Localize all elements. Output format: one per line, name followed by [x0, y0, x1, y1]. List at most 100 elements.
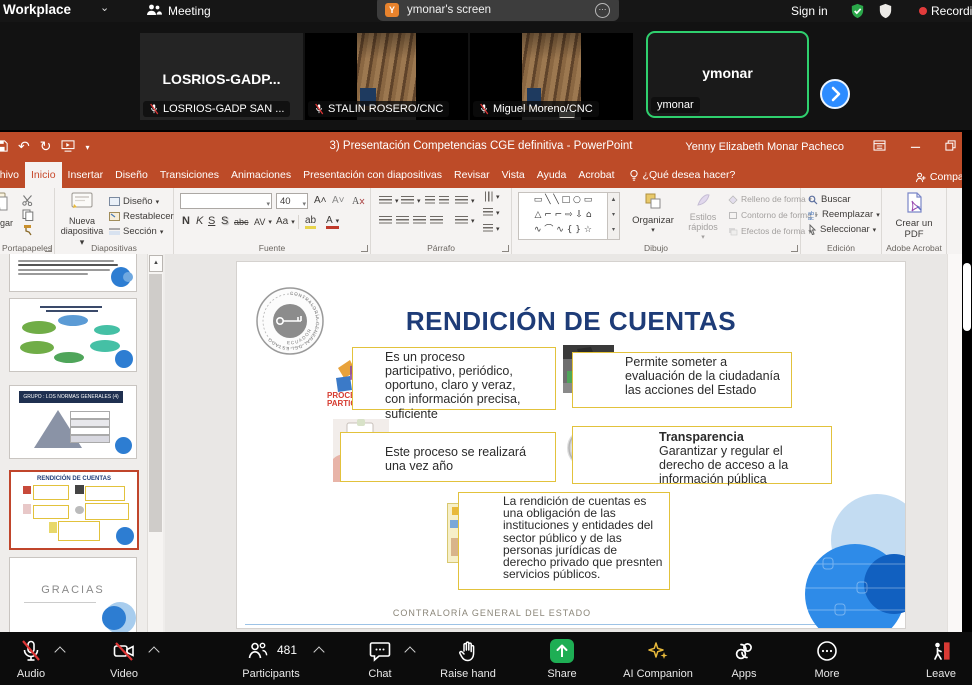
audio-button[interactable]: Audio [0, 632, 62, 685]
tab-archivo[interactable]: Archivo [0, 162, 25, 188]
font-name-combo[interactable]: ▾ [180, 193, 272, 209]
tell-me-box[interactable]: ¿Qué desea hacer? [621, 162, 744, 188]
chat-options-chevron[interactable] [404, 646, 415, 657]
text-direction-button[interactable]: ▾ [483, 192, 500, 201]
efectos-forma-button[interactable]: Efectos de forma▾ [728, 226, 811, 236]
account-user-name[interactable]: Yenny Elizabeth Monar Pacheco [685, 141, 844, 153]
participant-tile-ymonar-active-speaker[interactable]: ymonar ymonar [646, 31, 809, 118]
sign-in-button[interactable]: Sign in [791, 4, 828, 18]
scrollbar-thumb[interactable] [149, 274, 162, 532]
seccion-button[interactable]: Sección▾ [109, 226, 163, 237]
ai-companion-button[interactable]: AI Companion [605, 632, 711, 685]
smartart-convert-button[interactable]: ▾ [483, 224, 500, 233]
slide-area-scrollbar[interactable] [947, 254, 962, 632]
raise-hand-button[interactable]: Raise hand [420, 632, 516, 685]
strikethrough-button[interactable]: abc [234, 217, 249, 227]
estilos-rapidos-button[interactable]: Estilos rápidos ▾ [682, 192, 724, 241]
tab-inicio[interactable]: Inicio [25, 162, 62, 188]
slide-textbox-3[interactable]: Este proceso se realizará una vez año [340, 432, 556, 482]
columns-button[interactable]: ▾ [455, 216, 475, 225]
portapapeles-dialog-launcher[interactable] [45, 245, 52, 252]
slide-thumbnail-5[interactable]: GRACIAS [9, 557, 137, 632]
tab-presentacion[interactable]: Presentación con diapositivas [297, 162, 448, 188]
participant-tile-stalin[interactable]: STALIN ROSERO/CNC [305, 33, 468, 120]
justify-button[interactable] [430, 216, 443, 225]
slide-thumbnail-4-selected[interactable]: RENDICIÓN DE CUENTAS [9, 470, 139, 550]
share-options-ellipsis-icon[interactable]: ⋯ [595, 3, 610, 18]
restablecer-button[interactable]: Restablecer [109, 211, 174, 222]
align-left-button[interactable] [379, 216, 392, 225]
change-case-button[interactable]: Aa▾ [276, 216, 295, 227]
undo-button[interactable]: ↶ [18, 139, 30, 155]
nueva-diapositiva-button[interactable]: Nueva diapositiva ▾ [59, 191, 105, 247]
next-page-arrow-button[interactable] [820, 79, 850, 109]
buscar-button[interactable]: Buscar [808, 194, 851, 205]
restore-button[interactable] [945, 138, 956, 156]
tab-vista[interactable]: Vista [496, 162, 531, 188]
highlight-color-button[interactable]: ab [305, 215, 316, 229]
font-color-button[interactable]: A▾ [326, 215, 339, 229]
seleccionar-button[interactable]: Seleccionar▾ [808, 224, 876, 235]
pegar-button[interactable]: Pegar [0, 191, 18, 228]
clear-formatting-icon[interactable]: A [352, 194, 365, 212]
slide-footer-text[interactable]: CONTRALORÍA GENERAL DEL ESTADO [357, 608, 627, 618]
slide-textbox-4[interactable]: Transparencia Garantizar y regular el de… [572, 426, 832, 484]
align-right-button[interactable] [413, 216, 426, 225]
slide-thumbnail-2[interactable] [9, 298, 137, 372]
slide-thumbnail-1[interactable] [9, 254, 137, 292]
dibujo-dialog-launcher[interactable] [791, 245, 798, 252]
tab-transiciones[interactable]: Transiciones [154, 162, 225, 188]
grow-font-button[interactable]: A˄ [314, 195, 327, 206]
minimize-button[interactable] [910, 138, 921, 156]
tab-animaciones[interactable]: Animaciones [225, 162, 297, 188]
share-screen-button[interactable]: Share [530, 632, 594, 685]
reemplazar-button[interactable]: abacReemplazar▾ [808, 209, 880, 220]
line-spacing-button[interactable]: ▾ [455, 196, 475, 205]
participants-button[interactable]: 481 Participants [225, 632, 317, 685]
increase-indent-button[interactable] [439, 196, 449, 205]
tab-insertar[interactable]: Insertar [62, 162, 110, 188]
diseno-button[interactable]: Diseño▾ [109, 196, 159, 207]
shrink-font-button[interactable]: A˅ [332, 195, 345, 206]
redo-button[interactable]: ↻ [40, 139, 52, 155]
slide-textbox-2[interactable]: Permite someter a evaluación de la ciuda… [572, 352, 792, 408]
tab-ayuda[interactable]: Ayuda [531, 162, 573, 188]
meeting-tab[interactable]: Meeting [168, 4, 211, 18]
tab-acrobat[interactable]: Acrobat [572, 162, 620, 188]
scroll-up-arrow[interactable]: ▲ [149, 255, 163, 272]
parrafo-dialog-launcher[interactable] [502, 245, 509, 252]
participant-tile-losrios[interactable]: LOSRIOS-GADP... LOSRIOS-GADP SAN ... [140, 33, 303, 120]
text-shadow-button[interactable]: S [221, 215, 228, 227]
underline-button[interactable]: S [208, 215, 215, 227]
tab-diseno[interactable]: Diseño [109, 162, 154, 188]
workspace-menu[interactable]: Workplace [3, 2, 71, 17]
numbering-button[interactable]: ▾ [401, 196, 421, 205]
ribbon-display-options-button[interactable] [873, 138, 886, 156]
participants-options-chevron[interactable] [313, 646, 324, 657]
more-button[interactable]: More [797, 632, 857, 685]
save-button[interactable] [0, 139, 8, 155]
apps-button[interactable]: Apps [714, 632, 774, 685]
slide-title[interactable]: RENDICIÓN DE CUENTAS [237, 306, 905, 337]
crear-pdf-button[interactable]: Crear un PDF [882, 192, 946, 241]
audio-options-chevron[interactable] [54, 646, 65, 657]
video-options-chevron[interactable] [148, 646, 159, 657]
customize-qat-chevron-icon[interactable]: ▾ [85, 143, 89, 152]
leave-button[interactable]: Leave [908, 632, 972, 685]
right-edge-scrollbar[interactable] [963, 263, 971, 331]
chat-button[interactable]: Chat [348, 632, 412, 685]
slide-textbox-5[interactable]: La rendición de cuentas es una obligació… [458, 492, 670, 590]
participant-tile-miguel[interactable]: Miguel Moreno/CNC [470, 33, 633, 120]
bullets-button[interactable]: ▾ [379, 196, 399, 205]
align-center-button[interactable] [396, 216, 409, 225]
font-size-combo[interactable]: 40▾ [276, 193, 308, 209]
bold-button[interactable]: N [182, 215, 190, 227]
align-text-button[interactable]: ▾ [483, 208, 500, 217]
slide-textbox-1[interactable]: Es un proceso participativo, periódico, … [352, 347, 556, 410]
shape-gallery[interactable]: ▭ ╲ ╲ □ ○ ▭ △ ⌐ ⌐ ⇨ ⇩ ⌂ ∿ ⌒ ∿ { } ☆ [518, 192, 608, 240]
fuente-dialog-launcher[interactable] [361, 245, 368, 252]
character-spacing-button[interactable]: AV▾ [254, 217, 272, 227]
relleno-forma-button[interactable]: Relleno de forma▾ [728, 194, 812, 204]
slide-canvas[interactable]: CONTRALORÍA GENERAL DEL ESTADO ECUADOR R… [237, 262, 905, 628]
italic-button[interactable]: K [196, 215, 203, 227]
